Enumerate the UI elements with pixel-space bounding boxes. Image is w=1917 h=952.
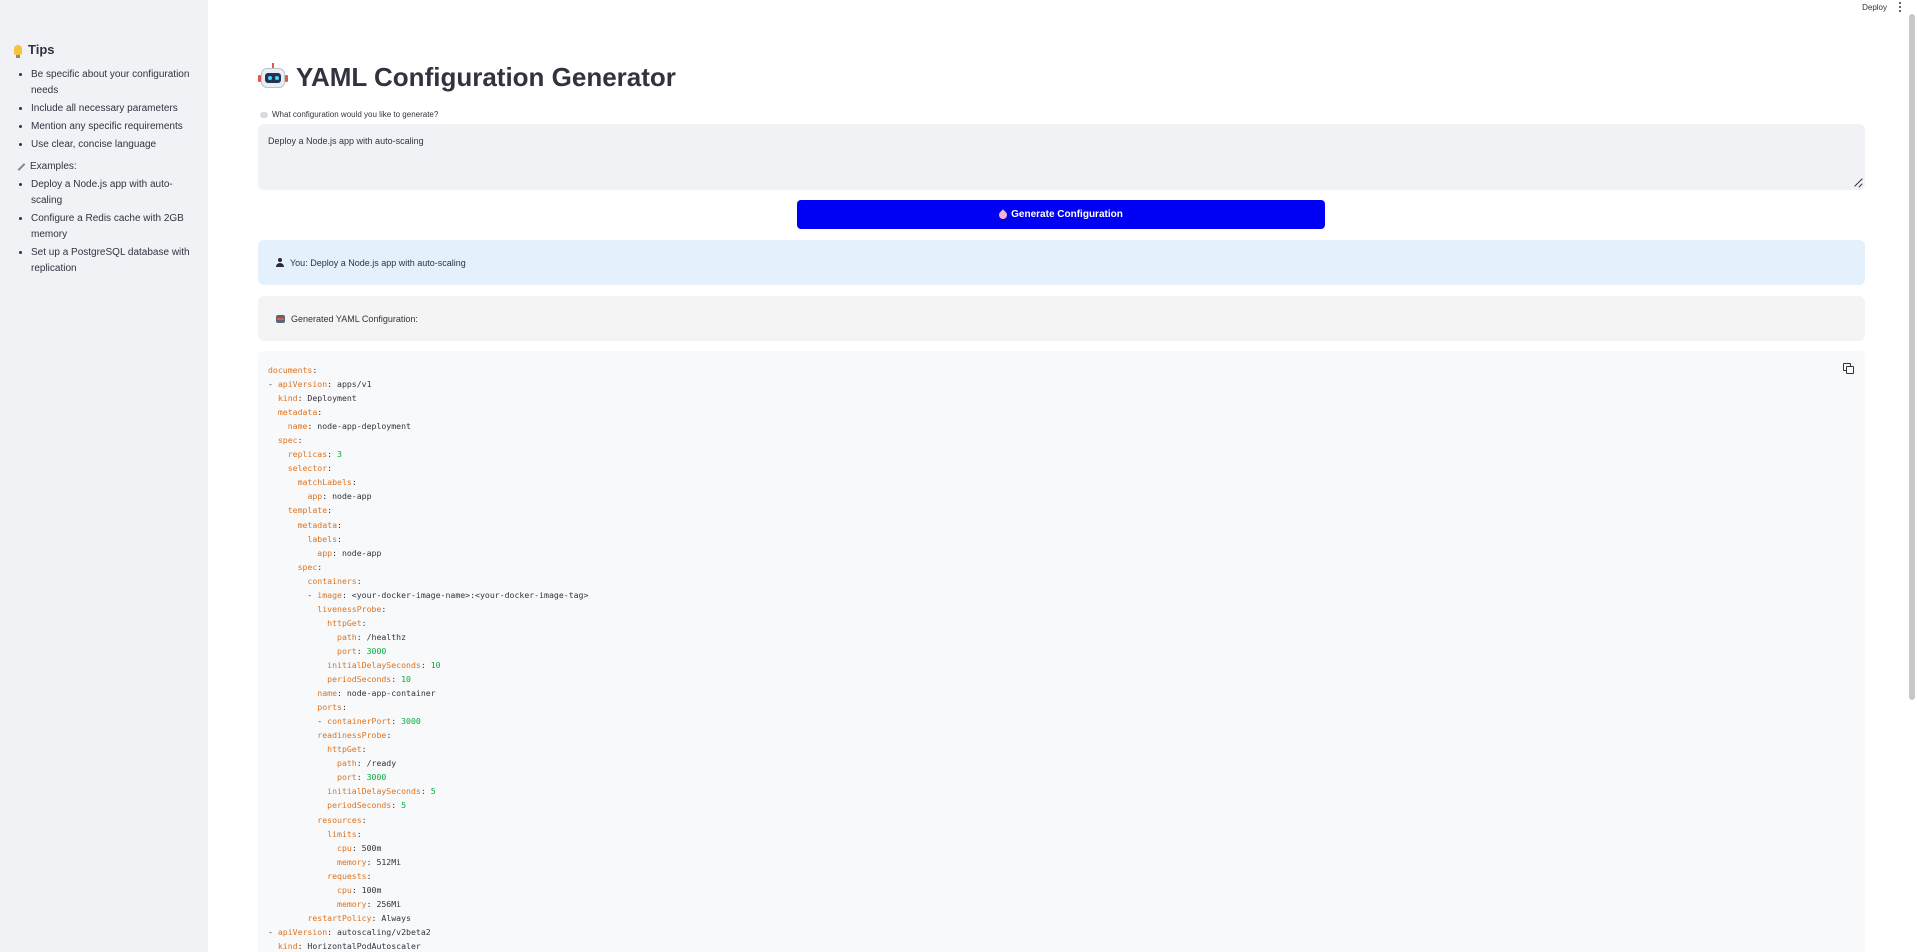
robot-icon (276, 314, 285, 323)
prompt-textarea[interactable]: Deploy a Node.js app with auto-scaling (258, 124, 1865, 190)
yaml-code: documents: - apiVersion: apps/v1 kind: De… (268, 363, 1855, 952)
tips-list: Be specific about your configuration nee… (14, 67, 194, 153)
code-line: kind: HorizontalPodAutoscaler (277, 940, 421, 951)
assistant-message: Generated YAML Configuration: (258, 296, 1865, 341)
example-item: Set up a PostgreSQL database with replic… (31, 245, 194, 277)
code-line: memory: 256Mi (337, 898, 402, 909)
code-line: cpu: 100m (337, 884, 382, 895)
deploy-button[interactable]: Deploy (1862, 3, 1887, 12)
prompt-textarea-value: Deploy a Node.js app with auto-scaling (268, 136, 424, 146)
sidebar: Tips Be specific about your configuratio… (0, 0, 208, 952)
code-line: selector: (287, 463, 333, 474)
code-line: requests: (327, 870, 372, 881)
code-line: template: (287, 505, 333, 516)
page-scrollbar[interactable] (1909, 14, 1915, 700)
code-line: ports: (317, 702, 347, 713)
example-item: Deploy a Node.js app with auto-scaling (31, 177, 194, 209)
code-line: app: node-app (317, 547, 382, 558)
example-item: Configure a Redis cache with 2GB memory (31, 211, 194, 243)
top-bar: Deploy (1862, 0, 1917, 14)
code-line: resources: (317, 814, 367, 825)
code-line: readinessProbe: (317, 730, 392, 741)
code-line: port: 3000 (337, 645, 387, 656)
prompt-label-text: What configuration would you like to gen… (272, 110, 439, 119)
code-line: initialDelaySeconds: 5 (327, 786, 436, 797)
examples-heading: Examples: (16, 161, 194, 172)
code-line: metadata: (277, 407, 323, 418)
tip-item: Mention any specific requirements (31, 119, 194, 135)
tip-item: Use clear, concise language (31, 137, 194, 153)
code-line: name: node-app-deployment (287, 421, 411, 432)
code-line: name: node-app-container (317, 688, 436, 699)
code-line: restartPolicy: Always (307, 912, 411, 923)
code-line: periodSeconds: 5 (327, 800, 407, 811)
code-line: livenessProbe: (317, 603, 387, 614)
code-line: initialDelaySeconds: 10 (327, 659, 441, 670)
wrench-icon (16, 162, 26, 172)
user-message-text: You: Deploy a Node.js app with auto-scal… (290, 257, 466, 268)
code-line: replicas: 3 (287, 449, 342, 460)
code-line: memory: 512Mi (337, 856, 402, 867)
lightbulb-icon (14, 44, 22, 58)
code-line: labels: (307, 533, 342, 544)
code-line: path: /ready (337, 758, 397, 769)
tip-item: Be specific about your configuration nee… (31, 67, 194, 99)
user-message: You: Deploy a Node.js app with auto-scal… (258, 240, 1865, 285)
generate-configuration-button[interactable]: Generate Configuration (797, 200, 1325, 229)
code-line: containers: (307, 575, 362, 586)
assistant-message-text: Generated YAML Configuration: (291, 313, 418, 324)
code-line: spec: (297, 561, 323, 572)
code-line: cpu: 500m (337, 842, 382, 853)
more-options-icon[interactable] (1899, 2, 1901, 12)
generate-button-label: Generate Configuration (1011, 209, 1123, 220)
resize-handle-icon[interactable] (1853, 178, 1862, 187)
tips-title: Tips (28, 42, 55, 57)
code-line: httpGet: (327, 617, 367, 628)
speech-bubble-icon (260, 111, 268, 118)
code-line: - image: <your-docker-image-name>:<your-… (268, 589, 589, 600)
code-line: documents: (268, 365, 318, 375)
tips-heading: Tips (14, 42, 194, 58)
tip-item: Include all necessary parameters (31, 101, 194, 117)
code-line: spec: (277, 435, 303, 446)
examples-list: Deploy a Node.js app with auto-scaling C… (14, 177, 194, 277)
code-line: httpGet: (327, 744, 367, 755)
code-line: - containerPort: 3000 (268, 716, 421, 727)
user-icon (276, 258, 284, 267)
rocket-icon (997, 208, 1009, 221)
page-title: YAML Configuration Generator (258, 62, 676, 93)
code-line: metadata: (297, 519, 342, 530)
code-line: path: /healthz (337, 631, 407, 642)
code-line: port: 3000 (337, 772, 387, 783)
code-line: - apiVersion: autoscaling/v2beta2 (268, 926, 431, 937)
code-line: - apiVersion: apps/v1 (268, 379, 372, 390)
yaml-code-block: documents: - apiVersion: apps/v1 kind: De… (258, 351, 1865, 952)
page-title-text: YAML Configuration Generator (296, 62, 676, 92)
code-line: limits: (327, 828, 362, 839)
robot-icon (258, 62, 288, 93)
prompt-label: What configuration would you like to gen… (260, 110, 438, 119)
code-line: app: node-app (307, 491, 372, 502)
examples-title: Examples: (30, 161, 77, 172)
copy-icon[interactable] (1843, 363, 1854, 374)
code-line: matchLabels: (297, 477, 357, 488)
code-line: periodSeconds: 10 (327, 674, 411, 685)
code-line: kind: Deployment (277, 393, 357, 404)
